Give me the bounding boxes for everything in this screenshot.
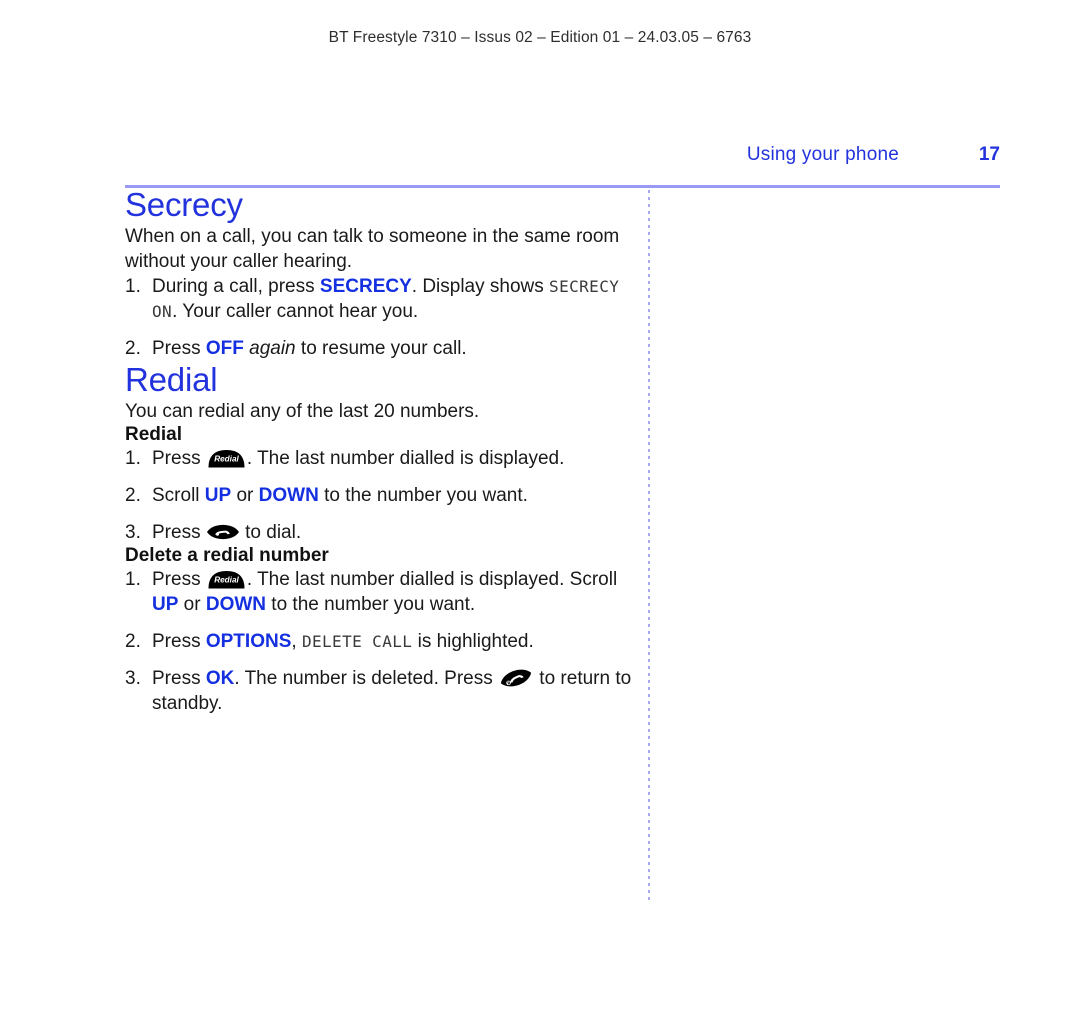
step-text: During a call, press [152,276,320,297]
svg-text:Redial: Redial [214,455,239,464]
lcd-display-text: DELETE CALL [301,632,413,651]
step-text: to the number you want. [266,594,476,615]
redial-steps: 1. Press Redial . The last number dialled … [125,446,640,545]
step-text: . The last number dialled is displayed. [246,448,565,469]
step-text: is highlighted. [412,631,534,652]
step-number: 2. [125,338,141,359]
section-title: Using your phone [746,144,899,165]
step-number: 1. [125,448,141,469]
svg-text:Redial: Redial [214,576,239,585]
list-item: 1. Press Redial . The last number dialled … [125,446,640,471]
step-text: Press [152,668,206,689]
delete-redial-steps: 1. Press Redial . The last number dialled … [125,567,640,716]
running-header: BT Freestyle 7310 – Issus 02 – Edition 0… [328,29,752,46]
step-text: or [178,594,206,615]
key-off: OFF [205,338,244,359]
step-emphasis: again [243,338,296,359]
step-text: to the number you want. [318,485,528,506]
redial-key-icon: Redial [206,569,247,589]
list-item: 1. During a call, press SECRECY. Display … [125,274,640,324]
list-item: 3. Press to dial. [125,520,640,545]
step-text: , [291,631,302,652]
list-item: 2. Press OFF again to resume your call. [125,336,640,361]
step-text: Press [152,522,206,543]
step-number: 2. [125,631,141,652]
secrecy-intro: When on a call, you can talk to someone … [125,226,620,272]
main-text-column: Secrecy When on a call, you can talk to … [125,186,640,716]
talk-key-icon [206,521,240,543]
end-call-key-icon [498,666,534,690]
step-number: 3. [125,522,141,543]
secrecy-steps: 1. During a call, press SECRECY. Display … [125,274,640,361]
key-secrecy: SECRECY [319,276,412,297]
step-number: 1. [125,569,141,590]
redial-intro: You can redial any of the last 20 number… [125,401,480,422]
step-text: . The last number dialled is displayed. … [246,569,618,590]
step-text: or [231,485,259,506]
step-text: . The number is deleted. Press [234,668,499,689]
list-item: 2. Scroll UP or DOWN to the number you wa… [125,483,640,508]
list-item: 1. Press Redial . The last number dialled … [125,567,640,617]
step-text: to resume your call. [295,338,467,359]
list-item: 3. Press OK. The number is deleted. Press… [125,666,640,716]
key-up: UP [152,594,179,615]
step-text: Press [152,631,206,652]
step-text: Press [152,338,206,359]
step-number: 3. [125,668,141,689]
step-text: . Display shows [411,276,550,297]
key-options: OPTIONS [205,631,292,652]
list-item: 2. Press OPTIONS, DELETE CALL is highligh… [125,629,640,654]
step-number: 2. [125,485,141,506]
step-text: . Your caller cannot hear you. [172,301,419,322]
step-text: Press [152,448,206,469]
heading-secrecy: Secrecy [125,186,243,223]
key-down: DOWN [205,594,267,615]
page-header: Using your phone 17 [125,144,1000,174]
subheading-delete-redial-number: Delete a redial number [125,545,329,566]
key-up: UP [204,485,232,506]
step-text: to dial. [239,522,302,543]
redial-key-icon: Redial [206,448,247,468]
step-text: Scroll [152,485,205,506]
key-down: DOWN [258,485,319,506]
column-divider [648,190,650,900]
page-number: 17 [978,144,1000,165]
step-text: Press [152,569,206,590]
subheading-redial: Redial [125,424,183,445]
key-ok: OK [205,668,235,689]
heading-redial: Redial [125,361,218,398]
step-number: 1. [125,276,141,297]
